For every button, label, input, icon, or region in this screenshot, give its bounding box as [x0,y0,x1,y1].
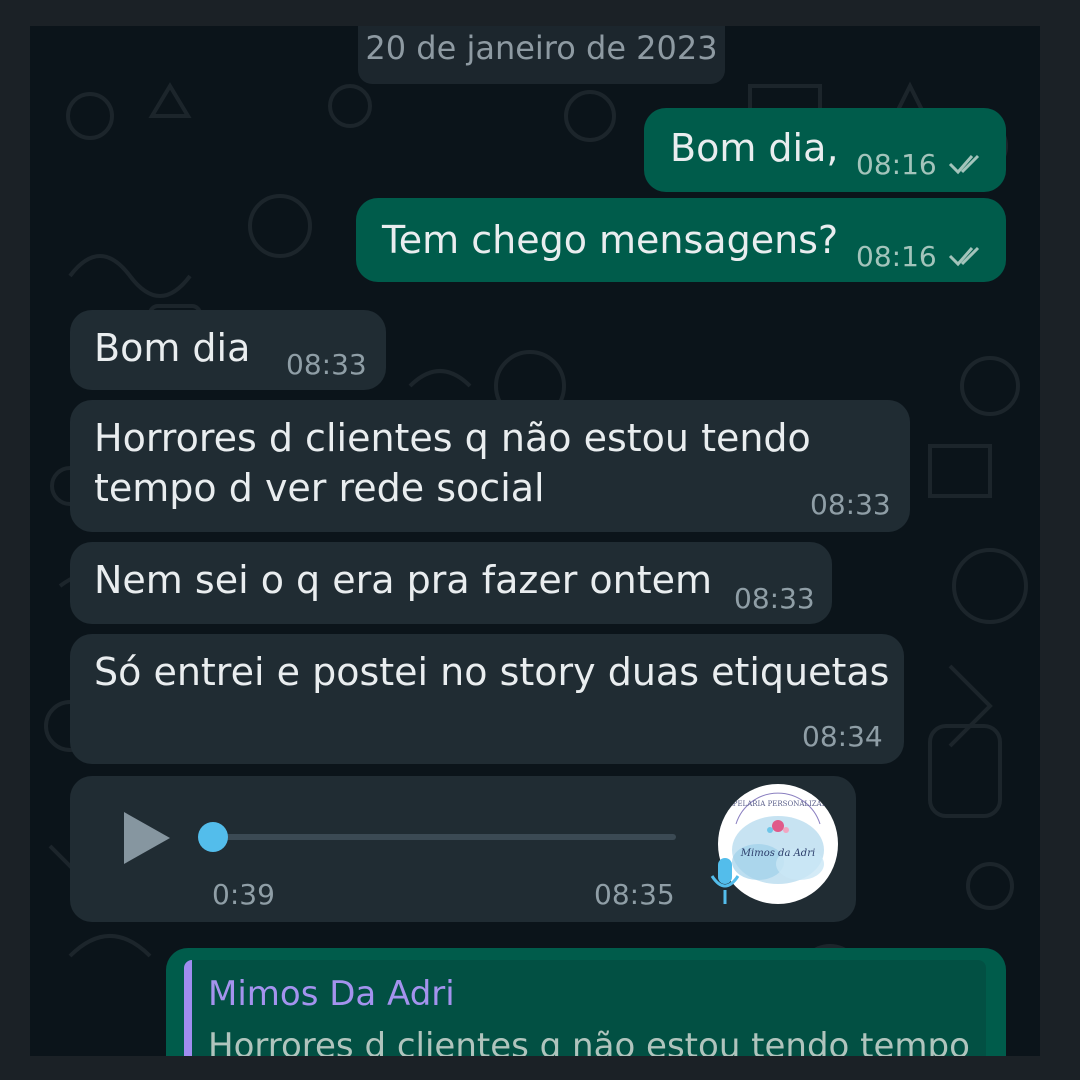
audio-scrubber-handle[interactable] [198,822,228,852]
message-time: 08:33 [810,488,891,521]
date-chip-label: 20 de janeiro de 2023 [365,29,718,67]
outgoing-reply-message[interactable]: Mimos Da Adri Horrores d clientes q não … [166,948,1006,1056]
incoming-message[interactable]: Horrores d clientes q não estou tendo te… [70,400,910,532]
audio-progress-track[interactable] [210,834,676,840]
message-time: 08:16 [856,148,937,181]
message-text: Bom dia [94,326,251,370]
audio-duration: 0:39 [212,878,275,911]
message-text-line: tempo d ver rede social [94,466,545,510]
microphone-icon [710,858,740,904]
read-receipt-icon [948,154,980,175]
message-time: 08:34 [802,720,883,753]
quoted-message[interactable]: Mimos Da Adri Horrores d clientes q não … [184,960,986,1056]
quoted-author: Mimos Da Adri [208,974,455,1014]
read-receipt-icon [948,246,980,267]
play-icon[interactable] [120,808,174,868]
outgoing-message[interactable]: Bom dia, 08:16 [644,108,1006,192]
message-time: 08:35 [594,878,675,911]
incoming-message[interactable]: Bom dia 08:33 [70,310,386,390]
message-text: Nem sei o q era pra fazer ontem [94,558,713,602]
date-chip: 20 de janeiro de 2023 [358,26,725,84]
avatar-tagline: PAPELARIA PERSONALIZADA [724,800,834,808]
quote-bar [184,960,192,1056]
message-text: Bom dia, [670,126,839,170]
quoted-text: Horrores d clientes q não estou tendo te… [208,1026,970,1056]
message-time: 08:16 [856,240,937,273]
avatar-brand: Mimos da Adri [740,848,815,859]
outgoing-message[interactable]: Tem chego mensagens? 08:16 [356,198,1006,282]
incoming-message[interactable]: Só entrei e postei no story duas etiquet… [70,634,904,764]
message-text-line: Horrores d clientes q não estou tendo [94,416,811,460]
message-text: Só entrei e postei no story duas etiquet… [94,650,890,694]
chat-area[interactable]: 20 de janeiro de 2023 Bom dia, 08:16 Tem… [30,26,1040,1056]
message-text: Tem chego mensagens? [382,218,839,262]
incoming-message[interactable]: Nem sei o q era pra fazer ontem 08:33 [70,542,832,624]
message-time: 08:33 [286,348,367,381]
message-time: 08:33 [734,582,815,615]
